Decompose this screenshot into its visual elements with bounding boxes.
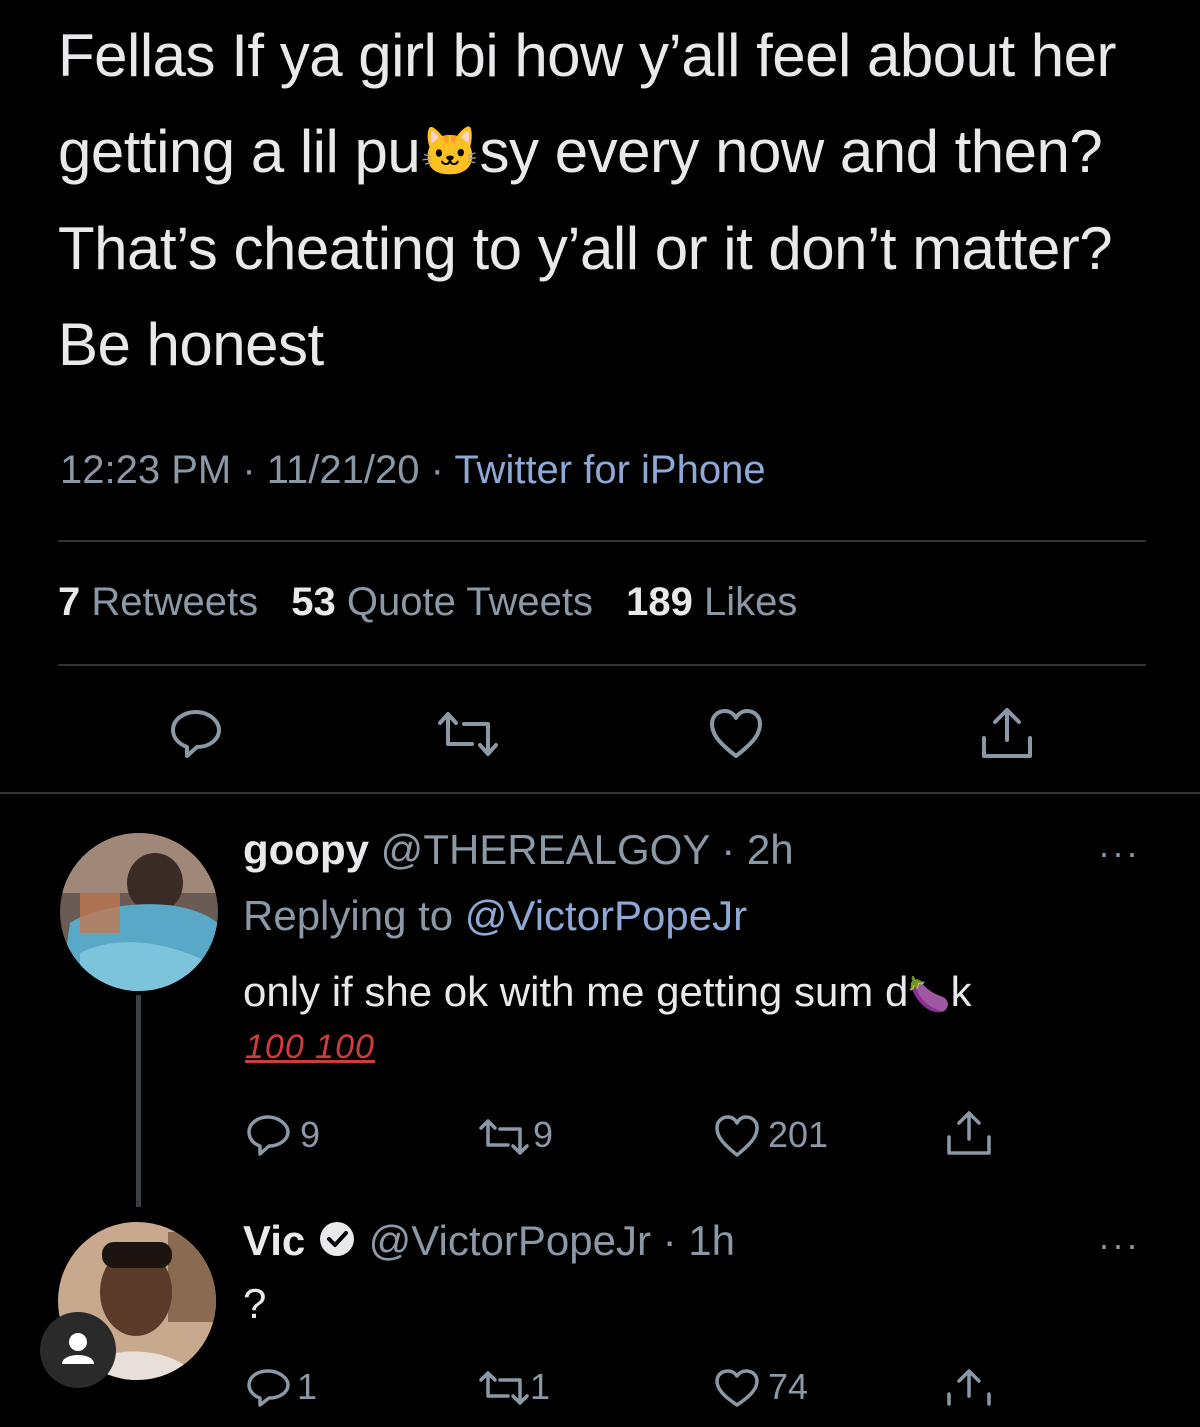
tweet-text: Fellas If ya girl bi how y’all feel abou…	[58, 8, 1168, 393]
reply2-time: · 1h	[650, 1217, 735, 1264]
quotes-count: 53	[291, 580, 336, 624]
divider	[58, 540, 1146, 542]
meta-separator: ·	[231, 448, 267, 492]
reply2-reply-icon[interactable]	[245, 1368, 291, 1408]
reply1-text: only if she ok with me getting sum d🍆k	[243, 968, 972, 1016]
divider	[0, 792, 1200, 794]
reply1-retweet-icon[interactable]	[478, 1118, 530, 1156]
tweet-source-link[interactable]: Twitter for iPhone	[454, 448, 765, 492]
quote-tweets-stat[interactable]: 53 Quote Tweets	[291, 580, 593, 624]
tweet-time: 12:23 PM	[60, 448, 232, 492]
reply1-likes-count: 201	[768, 1114, 829, 1155]
replying-to-handle[interactable]: @VictorPopeJr	[465, 892, 747, 939]
reply2-header: Vic @VictorPopeJr · 1h	[243, 1217, 735, 1269]
reply2-handle[interactable]: @VictorPopeJr	[369, 1217, 651, 1264]
meta-separator: ·	[419, 448, 455, 492]
verified-badge-icon	[317, 1219, 357, 1269]
reply1-text-part2: k	[950, 968, 972, 1015]
retweets-count: 7	[58, 580, 81, 624]
quotes-label: Quote Tweets	[346, 580, 593, 624]
retweet-icon[interactable]	[436, 710, 500, 758]
reply2-display-name[interactable]: Vic	[243, 1217, 305, 1264]
retweets-label: Retweets	[91, 580, 259, 624]
reply1-retweets-count: 9	[533, 1114, 554, 1155]
tweet-actions	[0, 702, 1200, 766]
reply2-retweet-icon[interactable]	[478, 1370, 530, 1406]
share-icon[interactable]	[978, 704, 1036, 762]
user-badge[interactable]	[40, 1312, 116, 1388]
tweet-stats: 7 Retweets 53 Quote Tweets 189 Likes	[58, 580, 797, 625]
likes-count: 189	[626, 580, 693, 624]
replying-to-label: Replying to	[243, 892, 454, 939]
reply2-text: ?	[243, 1280, 267, 1327]
reply-icon[interactable]	[168, 708, 224, 760]
retweets-stat[interactable]: 7 Retweets	[58, 580, 258, 624]
reply1-display-name[interactable]: goopy	[243, 826, 369, 873]
avatar-goopy[interactable]	[60, 833, 218, 991]
divider	[58, 664, 1146, 666]
reply1-handle[interactable]: @THEREALGOY	[381, 826, 710, 873]
reply1-header: goopy @THEREALGOY · 2h	[243, 826, 794, 874]
like-icon[interactable]	[708, 708, 764, 760]
tweet-date: 11/21/20	[266, 448, 420, 492]
reply2-like-icon[interactable]	[713, 1368, 761, 1408]
reply2-retweets-count: 1	[530, 1366, 551, 1407]
likes-label: Likes	[703, 580, 798, 624]
reply2-more-icon[interactable]: ···	[1098, 1224, 1140, 1266]
reply1-replying-to: Replying to @VictorPopeJr	[243, 892, 747, 940]
eggplant-emoji: 🍆	[908, 976, 951, 1014]
reply1-time: · 2h	[709, 826, 794, 873]
tweet-meta: 12:23 PM · 11/21/20 · Twitter for iPhone	[60, 448, 766, 493]
reply1-text-part1: only if she ok with me getting sum d	[243, 968, 909, 1015]
reply1-replies-count: 9	[300, 1114, 321, 1155]
reply2-share-icon[interactable]	[944, 1366, 994, 1406]
cat-emoji: 🐱	[420, 126, 480, 179]
likes-stat[interactable]: 189 Likes	[626, 580, 797, 624]
reply1-share-icon[interactable]	[944, 1108, 994, 1158]
reply1-reply-icon[interactable]	[245, 1114, 291, 1158]
thread-line	[136, 995, 141, 1207]
reply1-more-icon[interactable]: ···	[1098, 832, 1140, 874]
reply2-replies-count: 1	[297, 1366, 318, 1407]
reply2-likes-count: 74	[768, 1366, 809, 1407]
hundred-points-emoji: 100 100	[245, 1028, 375, 1066]
reply1-like-icon[interactable]	[713, 1114, 761, 1158]
user-icon	[62, 1333, 94, 1364]
